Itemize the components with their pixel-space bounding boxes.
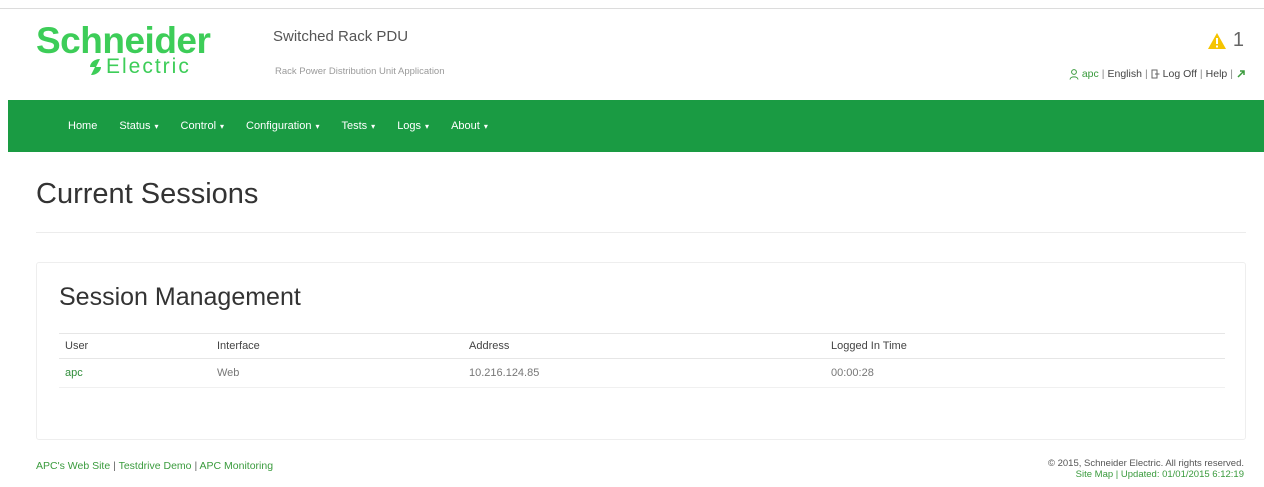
separator: | bbox=[194, 460, 198, 472]
nav-item-label: Status bbox=[119, 120, 151, 132]
logoff-icon bbox=[1151, 69, 1160, 79]
nav-item-label: About bbox=[451, 120, 480, 132]
nav-item-tests[interactable]: Tests ▾ bbox=[341, 120, 375, 132]
cell-user: apc bbox=[59, 358, 211, 388]
caret-down-icon: ▾ bbox=[220, 121, 225, 131]
nav-item-label: Control bbox=[180, 120, 217, 132]
caret-down-icon: ▾ bbox=[371, 121, 376, 131]
sessions-table: User Interface Address Logged In Time ap… bbox=[59, 333, 1225, 388]
schneider-logo: Schneider Electric bbox=[36, 21, 251, 79]
nav-menu: Home Status ▾ Control ▾ Configuration ▾ … bbox=[68, 100, 510, 152]
column-header-logged-in-time: Logged In Time bbox=[825, 333, 1225, 359]
separator: | bbox=[1144, 68, 1148, 80]
column-header-address: Address bbox=[463, 333, 825, 359]
nav-item-label: Tests bbox=[341, 120, 368, 132]
app-subtitle: Rack Power Distribution Unit Application bbox=[275, 66, 445, 77]
logo-mark-icon bbox=[90, 59, 101, 75]
version-line[interactable]: Site Map | Updated: 01/01/2015 6:12:19 bbox=[1048, 469, 1244, 480]
copyright-text: © 2015, Schneider Electric. All rights r… bbox=[1047, 458, 1244, 469]
nav-item-control[interactable]: Control ▾ bbox=[181, 120, 224, 132]
column-header-interface: Interface bbox=[211, 333, 463, 359]
footer-info: © 2015, Schneider Electric. All rights r… bbox=[1048, 458, 1244, 480]
alarm-indicator[interactable]: 1 bbox=[1207, 29, 1244, 52]
panel-title: Session Management bbox=[59, 283, 301, 311]
divider bbox=[36, 232, 1246, 233]
table-header-row: User Interface Address Logged In Time bbox=[59, 333, 1225, 359]
separator: | bbox=[1199, 68, 1203, 80]
caret-down-icon: ▾ bbox=[425, 121, 430, 131]
nav-item-label: Configuration bbox=[246, 120, 312, 132]
user-link[interactable]: apc bbox=[65, 367, 83, 379]
nav-item-label: Logs bbox=[397, 120, 422, 132]
warning-triangle-icon bbox=[1207, 32, 1226, 49]
footer-link-apc-monitoring[interactable]: APC Monitoring bbox=[200, 460, 274, 472]
user-link[interactable]: apc bbox=[1082, 68, 1099, 80]
help-link[interactable]: Help bbox=[1206, 68, 1228, 80]
separator: | bbox=[113, 460, 116, 472]
user-icon bbox=[1069, 68, 1079, 80]
separator: | bbox=[1101, 68, 1105, 80]
nav-item-logs[interactable]: Logs ▾ bbox=[397, 120, 429, 132]
footer-link-apc-site[interactable]: APC's Web Site bbox=[36, 460, 110, 472]
caret-down-icon: ▾ bbox=[483, 121, 488, 131]
separator: | bbox=[1230, 68, 1233, 80]
logoff-link[interactable]: Log Off bbox=[1163, 68, 1197, 80]
app-title: Switched Rack PDU bbox=[273, 28, 409, 45]
nav-item-about[interactable]: About ▾ bbox=[451, 120, 488, 132]
column-header-user: User bbox=[59, 333, 211, 359]
nav-item-label: Home bbox=[68, 120, 98, 132]
nav-item-home[interactable]: Home bbox=[68, 120, 97, 132]
cell-address: 10.216.124.85 bbox=[463, 358, 825, 388]
cell-interface: Web bbox=[211, 358, 463, 388]
main-nav-bar: Home Status ▾ Control ▾ Configuration ▾ … bbox=[8, 100, 1264, 152]
caret-down-icon: ▾ bbox=[315, 121, 320, 131]
header: Schneider Electric Switched Rack PDU Rac… bbox=[0, 9, 1264, 100]
logo-word-electric: Electric bbox=[106, 55, 191, 78]
table-row: apc Web 10.216.124.85 00:00:28 bbox=[59, 358, 1225, 388]
session-management-panel: Session Management User Interface Addres… bbox=[36, 262, 1246, 440]
alarm-count: 1 bbox=[1232, 29, 1244, 51]
cell-logged-in-time: 00:00:28 bbox=[825, 358, 1225, 388]
pin-icon[interactable] bbox=[1236, 69, 1246, 79]
caret-down-icon: ▾ bbox=[154, 121, 159, 131]
language-selector[interactable]: English bbox=[1107, 68, 1141, 80]
page-title: Current Sessions bbox=[36, 178, 259, 210]
footer-link-testdrive-demo[interactable]: Testdrive Demo bbox=[119, 460, 192, 472]
nav-item-status[interactable]: Status ▾ bbox=[119, 120, 158, 132]
user-toolbar: apc | English | Log Off | Help | bbox=[1069, 68, 1246, 80]
footer-links: APC's Web Site | Testdrive Demo | APC Mo… bbox=[36, 460, 273, 472]
nav-item-configuration[interactable]: Configuration ▾ bbox=[246, 120, 319, 132]
